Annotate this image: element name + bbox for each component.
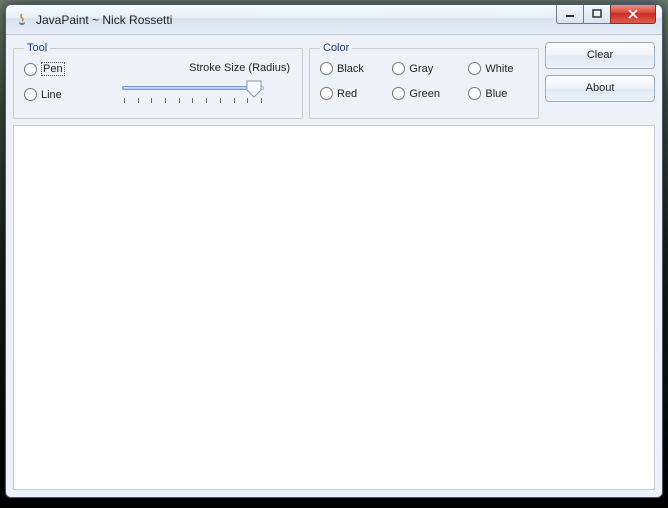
- color-green-input[interactable]: [392, 87, 405, 100]
- color-white-label: White: [485, 63, 513, 75]
- client-area: Tool Pen Line Stroke Size (Radius): [6, 35, 662, 497]
- color-black-label: Black: [337, 63, 364, 75]
- minimize-button[interactable]: [556, 5, 584, 24]
- color-blue-input[interactable]: [468, 87, 481, 100]
- color-legend: Color: [320, 42, 352, 54]
- slider-ticks: [124, 98, 262, 106]
- window-title: JavaPaint ~ Nick Rossetti: [36, 13, 557, 27]
- tool-radios: Pen Line: [24, 62, 84, 108]
- about-button[interactable]: About: [545, 75, 655, 102]
- color-white-radio[interactable]: White: [468, 62, 528, 75]
- window-controls: [557, 5, 662, 25]
- color-blue-label: Blue: [485, 88, 507, 100]
- color-black-input[interactable]: [320, 62, 333, 75]
- color-blue-radio[interactable]: Blue: [468, 87, 528, 100]
- maximize-button[interactable]: [583, 5, 611, 24]
- drawing-canvas[interactable]: [13, 125, 655, 490]
- color-green-label: Green: [409, 88, 440, 100]
- tool-pen-input[interactable]: [24, 63, 37, 76]
- java-icon: [14, 12, 30, 28]
- color-gray-input[interactable]: [392, 62, 405, 75]
- tool-line-radio[interactable]: Line: [24, 88, 84, 101]
- tool-line-input[interactable]: [24, 88, 37, 101]
- color-grid: Black Gray White Red: [320, 62, 528, 100]
- color-group: Color Black Gray White: [309, 42, 539, 119]
- stroke-size-slider[interactable]: [118, 80, 268, 108]
- stroke-size-area: Stroke Size (Radius): [94, 62, 292, 108]
- color-gray-radio[interactable]: Gray: [392, 62, 454, 75]
- color-black-radio[interactable]: Black: [320, 62, 378, 75]
- tool-legend: Tool: [24, 42, 50, 54]
- tool-group: Tool Pen Line Stroke Size (Radius): [13, 42, 303, 119]
- tool-pen-radio[interactable]: Pen: [24, 62, 84, 76]
- color-red-label: Red: [337, 88, 357, 100]
- close-button[interactable]: [610, 5, 656, 24]
- titlebar[interactable]: JavaPaint ~ Nick Rossetti: [6, 5, 662, 35]
- toolbar-row: Tool Pen Line Stroke Size (Radius): [13, 42, 655, 119]
- stroke-size-label: Stroke Size (Radius): [94, 62, 292, 74]
- slider-thumb[interactable]: [246, 80, 262, 98]
- side-buttons: Clear About: [545, 42, 655, 119]
- color-gray-label: Gray: [409, 63, 433, 75]
- color-green-radio[interactable]: Green: [392, 87, 454, 100]
- clear-button[interactable]: Clear: [545, 42, 655, 69]
- color-white-input[interactable]: [468, 62, 481, 75]
- tool-pen-label: Pen: [41, 62, 65, 76]
- color-red-input[interactable]: [320, 87, 333, 100]
- tool-line-label: Line: [41, 89, 62, 101]
- slider-fill: [122, 86, 254, 90]
- app-window: JavaPaint ~ Nick Rossetti Tool Pen: [5, 4, 663, 498]
- color-red-radio[interactable]: Red: [320, 87, 378, 100]
